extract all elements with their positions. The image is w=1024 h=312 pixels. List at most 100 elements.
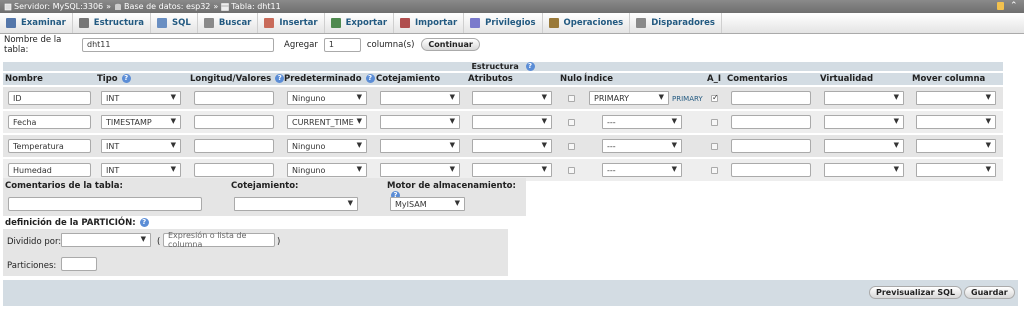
- column-type-select[interactable]: INT ▼: [101, 163, 181, 177]
- column-length-input[interactable]: [194, 115, 274, 129]
- null-checkbox[interactable]: [568, 167, 575, 174]
- continue-button[interactable]: Continuar: [421, 38, 480, 51]
- null-checkbox[interactable]: [568, 143, 575, 150]
- save-button[interactable]: Guardar: [964, 286, 1015, 299]
- partitions-input[interactable]: [61, 257, 97, 271]
- chevron-down-icon: ▼: [541, 93, 547, 101]
- move-column-select[interactable]: ▼: [916, 139, 996, 153]
- chevron-down-icon: ▼: [893, 165, 899, 173]
- column-attributes-select[interactable]: ▼: [472, 163, 552, 177]
- tab-buscar[interactable]: Buscar: [198, 13, 259, 33]
- column-default-select[interactable]: Ninguno ▼: [287, 163, 367, 177]
- column-virtuality-select[interactable]: ▼: [824, 163, 904, 177]
- column-default-select[interactable]: Ninguno ▼: [287, 91, 367, 105]
- column-name-input[interactable]: Temperatura: [8, 139, 91, 153]
- help-icon[interactable]: ?: [275, 74, 285, 83]
- chevron-down-icon: ▼: [170, 93, 176, 101]
- lock-icon[interactable]: [997, 2, 1004, 10]
- tab-menu: Examinar Estructura SQL Buscar Insertar Expor…: [0, 13, 1024, 34]
- triggers-icon: [636, 18, 647, 28]
- column-default-select[interactable]: Ninguno ▼: [287, 139, 367, 153]
- breadcrumb-table[interactable]: Tabla: dht11: [221, 2, 281, 11]
- help-icon[interactable]: ?: [121, 74, 131, 83]
- header-attributes: Atributos: [468, 74, 513, 84]
- column-index-select[interactable]: --- ▼: [602, 139, 682, 153]
- column-index-select[interactable]: PRIMARY ▼: [589, 91, 669, 105]
- partition-box: Dividido por: ▼ ( Expresión o lista de c…: [3, 229, 508, 276]
- partition-section: definición de la PARTICIÓN:? Dividido po…: [3, 216, 508, 276]
- tab-importar[interactable]: Importar: [394, 13, 465, 33]
- table-name-label: Nombre de la tabla:: [4, 34, 62, 55]
- column-attributes-select[interactable]: ▼: [472, 91, 552, 105]
- help-icon[interactable]: ?: [139, 218, 149, 227]
- column-collation-select[interactable]: ▼: [380, 115, 460, 129]
- chevron-down-icon: ▼: [449, 141, 455, 149]
- table-name-input[interactable]: dht11: [82, 37, 274, 52]
- column-virtuality-select[interactable]: ▼: [824, 115, 904, 129]
- tab-privilegios[interactable]: Privilegios: [464, 13, 543, 33]
- column-comments-input[interactable]: [731, 115, 811, 129]
- add-columns-input[interactable]: 1: [323, 37, 361, 52]
- column-type-select[interactable]: INT ▼: [101, 91, 181, 105]
- move-column-select[interactable]: ▼: [916, 163, 996, 177]
- column-comments-input[interactable]: [731, 91, 811, 105]
- auto-increment-checkbox[interactable]: [711, 119, 718, 126]
- structure-header: Nombre Tipo? Longitud/Valores? Predeterm…: [3, 73, 1003, 85]
- null-checkbox[interactable]: [568, 119, 575, 126]
- operations-icon: [548, 18, 559, 28]
- chevron-down-icon: ▼: [170, 165, 176, 173]
- tab-operaciones[interactable]: Operaciones: [543, 13, 631, 33]
- column-name-input[interactable]: Fecha: [8, 115, 91, 129]
- breadcrumb-database[interactable]: Base de datos: esp32: [114, 2, 210, 11]
- breadcrumb-server[interactable]: Servidor: MySQL:3306: [4, 2, 103, 11]
- column-collation-select[interactable]: ▼: [380, 139, 460, 153]
- table-collation-select[interactable]: ▼: [234, 197, 358, 211]
- column-collation-select[interactable]: ▼: [380, 163, 460, 177]
- auto-increment-checkbox[interactable]: [711, 167, 718, 174]
- partition-by-select[interactable]: ▼: [61, 233, 151, 247]
- column-type-select[interactable]: TIMESTAMP ▼: [101, 115, 181, 129]
- help-icon[interactable]: ?: [365, 74, 375, 83]
- tab-estructura[interactable]: Estructura: [73, 13, 152, 33]
- chevron-down-icon: ▼: [671, 165, 677, 173]
- column-virtuality-select[interactable]: ▼: [824, 91, 904, 105]
- column-length-input[interactable]: [194, 91, 274, 105]
- chevron-down-icon: ▼: [170, 117, 176, 125]
- collapse-icon[interactable]: ⌃: [1010, 2, 1018, 11]
- column-virtuality-select[interactable]: ▼: [824, 139, 904, 153]
- column-attributes-select[interactable]: ▼: [472, 139, 552, 153]
- column-comments-input[interactable]: [731, 163, 811, 177]
- tab-sql[interactable]: SQL: [151, 13, 198, 33]
- column-length-input[interactable]: [194, 163, 274, 177]
- null-checkbox[interactable]: [568, 95, 575, 102]
- storage-engine-select[interactable]: MyISAM ▼: [390, 197, 465, 211]
- column-name-input[interactable]: ID: [8, 91, 91, 105]
- column-attributes-select[interactable]: ▼: [472, 115, 552, 129]
- column-index-select[interactable]: --- ▼: [602, 115, 682, 129]
- auto-increment-checkbox[interactable]: [711, 143, 718, 150]
- column-comments-input[interactable]: [731, 139, 811, 153]
- chevron-down-icon: ▼: [449, 93, 455, 101]
- tab-insertar[interactable]: Insertar: [258, 13, 325, 33]
- auto-increment-checkbox[interactable]: [711, 93, 719, 102]
- column-type-select[interactable]: INT ▼: [101, 139, 181, 153]
- column-name-input[interactable]: Humedad: [8, 163, 91, 177]
- column-default-select[interactable]: CURRENT_TIME ▼: [287, 115, 367, 129]
- chevron-down-icon: ▼: [541, 117, 547, 125]
- tab-exportar[interactable]: Exportar: [325, 13, 395, 33]
- tab-examinar[interactable]: Examinar: [0, 13, 73, 33]
- move-column-select[interactable]: ▼: [916, 91, 996, 105]
- table-comments-input[interactable]: [8, 197, 202, 211]
- chevron-down-icon: ▼: [985, 117, 991, 125]
- column-collation-select[interactable]: ▼: [380, 91, 460, 105]
- column-index-select[interactable]: --- ▼: [602, 163, 682, 177]
- chevron-down-icon: ▼: [449, 117, 455, 125]
- column-length-input[interactable]: [194, 139, 274, 153]
- preview-sql-button[interactable]: Previsualizar SQL: [869, 286, 962, 299]
- tab-disparadores[interactable]: Disparadores: [630, 13, 722, 33]
- move-column-select[interactable]: ▼: [916, 115, 996, 129]
- help-icon[interactable]: ?: [525, 62, 535, 71]
- partition-expression-input[interactable]: Expresión o lista de columna: [163, 231, 275, 249]
- chevron-down-icon: ▼: [356, 141, 362, 149]
- chevron-down-icon: ▼: [985, 141, 991, 149]
